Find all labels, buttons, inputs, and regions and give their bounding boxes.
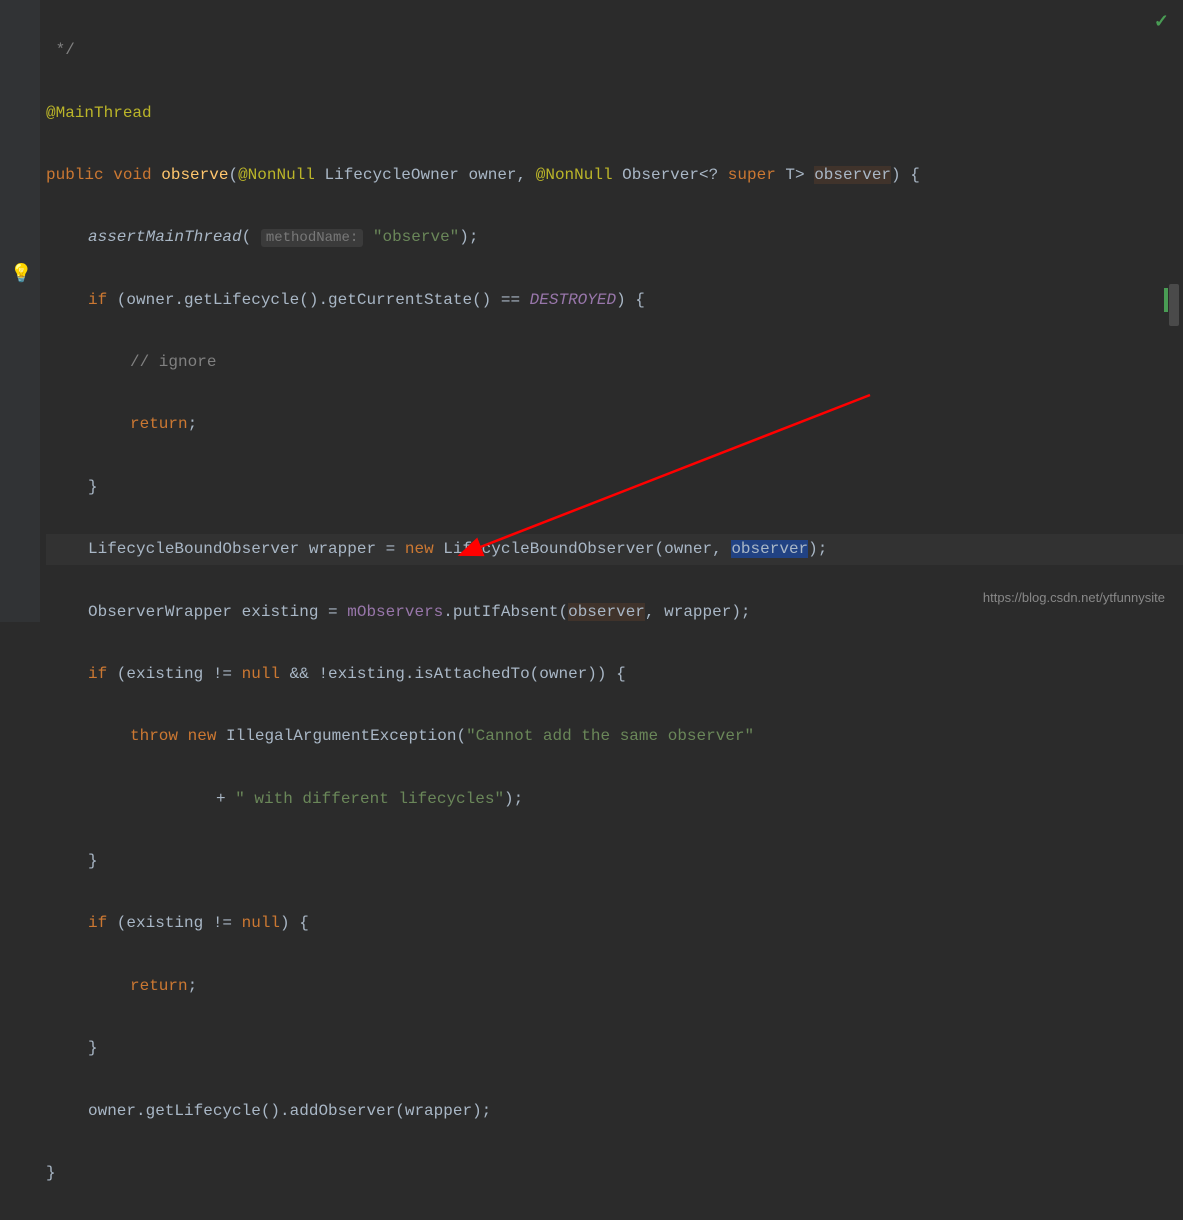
kw-return-2: return xyxy=(130,977,188,995)
param-hint: methodName: xyxy=(261,229,363,247)
annotation-nonnull-1: @NonNull xyxy=(238,166,315,184)
kw-public: public xyxy=(46,166,104,184)
kw-if-1: if xyxy=(88,291,107,309)
string-error2: " with different lifecycles" xyxy=(235,790,504,808)
lightbulb-icon[interactable]: 💡 xyxy=(10,258,32,293)
watermark-url: https://blog.csdn.net/ytfunnysite xyxy=(983,585,1165,610)
selection-observer: observer xyxy=(731,540,808,558)
paren: ( xyxy=(228,166,238,184)
type-observer: Observer xyxy=(622,166,699,184)
editor-gutter xyxy=(0,0,40,622)
expr-getstate: owner.getLifecycle().getCurrentState() =… xyxy=(126,291,529,309)
annotation-mainthread: @MainThread xyxy=(46,104,152,122)
kw-null-2: null xyxy=(242,914,280,932)
ref-observer: observer xyxy=(568,603,645,621)
field-mobservers: mObservers xyxy=(347,603,443,621)
string-error1: "Cannot add the same observer" xyxy=(466,727,754,745)
kw-return-1: return xyxy=(130,415,188,433)
kw-if-3: if xyxy=(88,914,107,932)
kw-null-1: null xyxy=(242,665,280,683)
call-assertmainthread: assertMainThread xyxy=(88,228,242,246)
kw-new-2: new xyxy=(188,727,217,745)
method-observe: observe xyxy=(161,166,228,184)
comment-close: */ xyxy=(46,41,75,59)
annotation-nonnull-2: @NonNull xyxy=(536,166,613,184)
stmt-addobserver: owner.getLifecycle().addObserver(wrapper… xyxy=(88,1102,491,1120)
kw-super: super xyxy=(728,166,776,184)
const-destroyed: DESTROYED xyxy=(530,291,616,309)
kw-throw: throw xyxy=(130,727,178,745)
comment-ignore: // ignore xyxy=(130,353,216,371)
current-line: LifecycleBoundObserver wrapper = new Lif… xyxy=(46,534,1183,565)
kw-void: void xyxy=(113,166,151,184)
code-editor[interactable]: */ @MainThread public void observe(@NonN… xyxy=(0,0,1183,1220)
param-owner: owner xyxy=(469,166,517,184)
string-observe: "observe" xyxy=(373,228,459,246)
type-observerwrapper: ObserverWrapper xyxy=(88,603,232,621)
type-lifecycleowner: LifecycleOwner xyxy=(324,166,458,184)
kw-if-2: if xyxy=(88,665,107,683)
kw-new-1: new xyxy=(405,540,434,558)
param-observer: observer xyxy=(814,166,891,184)
type-lifecycleboundobserver: LifecycleBoundObserver xyxy=(88,540,299,558)
